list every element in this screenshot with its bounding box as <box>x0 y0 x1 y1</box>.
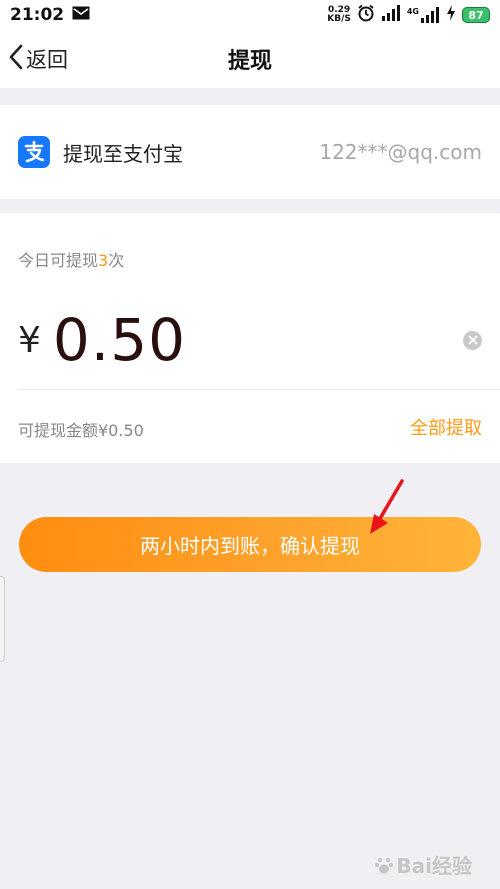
baidu-jingyan-watermark: Bai经验 <box>374 850 472 879</box>
alipay-label: 提现至支付宝 <box>63 141 183 166</box>
network-label: 4G <box>406 7 419 16</box>
amount-value[interactable]: 0.50 <box>53 306 186 374</box>
alipay-destination-row[interactable]: 提现至支付宝 122***@qq.com <box>0 105 500 199</box>
paw-icon <box>374 855 394 875</box>
alipay-account: 122***@qq.com <box>319 140 482 164</box>
amount-card: 今日可提现3次 ¥ 0.50 可提现金额¥0.50 全部提取 <box>0 213 500 463</box>
watermark-text: Bai经验 <box>396 854 472 878</box>
amount-input[interactable]: ¥ 0.50 <box>18 305 482 375</box>
notification-mail-icon <box>72 5 90 25</box>
divider <box>18 389 500 390</box>
red-arrow-annotation <box>368 478 408 540</box>
back-button[interactable]: 返回 <box>8 30 68 88</box>
currency-symbol: ¥ <box>18 319 41 361</box>
page-title: 提现 <box>227 49 272 74</box>
alarm-clock-icon <box>357 4 375 27</box>
signal-4g-icon: 4G <box>407 7 440 23</box>
times-prefix: 今日可提现 <box>18 251 99 270</box>
confirm-withdraw-button[interactable]: 两小时内到账，确认提现 <box>19 517 481 572</box>
signal-icon <box>381 4 401 26</box>
times-suffix: 次 <box>108 251 125 270</box>
daily-withdraw-times: 今日可提现3次 <box>18 247 124 271</box>
chevron-left-icon <box>8 44 26 75</box>
times-count: 3 <box>98 251 109 270</box>
clear-input-icon[interactable] <box>463 330 482 350</box>
alipay-icon <box>18 136 50 168</box>
status-bar: 21:02 0.29 KB/S 4G 87 <box>0 0 500 30</box>
back-label: 返回 <box>26 48 68 72</box>
status-time: 21:02 <box>10 5 65 25</box>
side-drawer-handle[interactable] <box>0 576 5 662</box>
available-amount: 可提现金额¥0.50 <box>18 421 144 440</box>
charging-icon <box>446 4 456 26</box>
withdraw-all-link[interactable]: 全部提取 <box>410 414 482 440</box>
net-speed-unit: KB/S <box>327 14 351 24</box>
net-speed: 0.29 KB/S <box>327 6 351 24</box>
battery-indicator: 87 <box>462 7 490 23</box>
nav-bar: 返回 提现 <box>0 30 500 88</box>
